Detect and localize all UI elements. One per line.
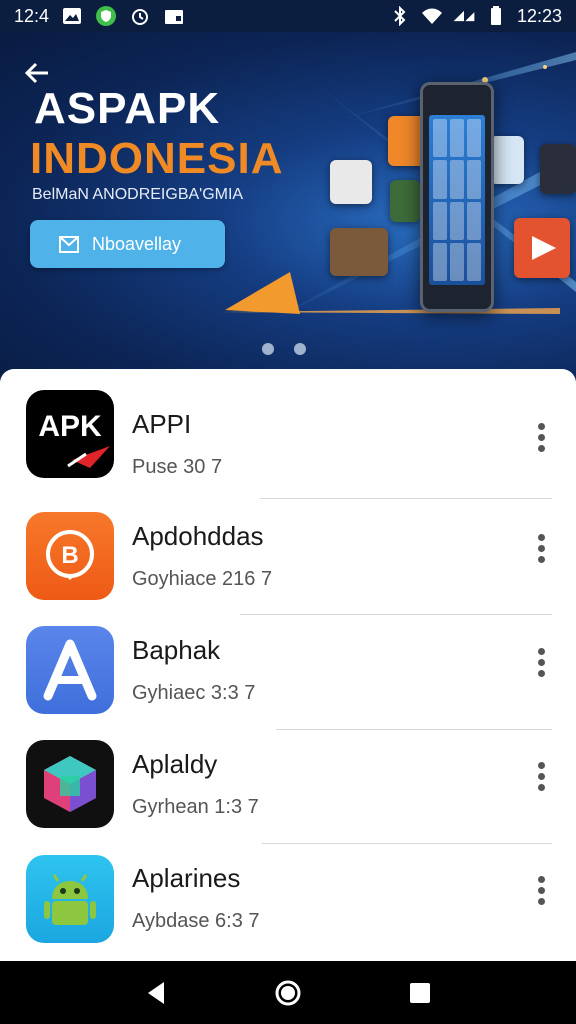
play-tile-art	[514, 218, 570, 278]
list-item[interactable]: APK APPI Puse 30 7	[0, 377, 576, 491]
hero-title: ASPAPK	[34, 84, 221, 133]
list-item[interactable]: B Apdohddas Goyhiace 216 7	[0, 499, 576, 613]
apk-icon: APK	[26, 390, 114, 478]
app-tile-art	[330, 160, 372, 204]
app-tile-art	[330, 228, 388, 276]
screen: 12:4 12:23 ASPAPK INDONESIA BelMaN ANODR…	[0, 0, 576, 1024]
shield-icon	[95, 5, 117, 27]
app-list: APK APPI Puse 30 7 B Apdohddas Goyhiace …	[0, 369, 576, 961]
svg-text:B: B	[61, 542, 78, 569]
hero-cta-label: Nboavellay	[92, 233, 182, 254]
hero-title-accent: INDONESIA	[30, 134, 284, 183]
app-meta: Aybdase 6:3 7	[132, 910, 260, 932]
pager-dot[interactable]	[294, 343, 306, 355]
nav-recents-button[interactable]	[400, 973, 440, 1013]
battery-icon	[485, 5, 507, 27]
app-name: Apdohddas	[132, 521, 264, 551]
nav-home-button[interactable]	[268, 973, 308, 1013]
app-name: Aplaldy	[132, 749, 218, 779]
app-meta: Goyhiace 216 7	[132, 568, 273, 590]
app-name: Baphak	[132, 635, 221, 665]
alarm-icon	[129, 5, 151, 27]
status-time-left: 12:4	[14, 5, 50, 26]
signal-icon	[453, 5, 475, 27]
carousel-pager[interactable]	[262, 343, 306, 355]
list-item[interactable]: Aplaldy Gyrhean 1:3 7	[0, 727, 576, 841]
gift-box-icon	[59, 236, 79, 253]
app-name: APPI	[132, 409, 192, 439]
status-bar: 12:4 12:23	[0, 0, 576, 32]
more-options-icon[interactable]	[528, 870, 554, 910]
navigation-bar	[0, 961, 576, 1024]
home-icon	[275, 980, 301, 1005]
hero-subtitle: BelMaN ANODREIGBA'GMIA	[32, 186, 244, 203]
recents-icon	[410, 982, 430, 1003]
more-options-icon[interactable]	[528, 417, 554, 457]
phone-illustration	[420, 82, 494, 312]
status-time-right: 12:23	[516, 5, 562, 26]
hero-cta-button[interactable]: Nboavellay	[30, 220, 225, 268]
more-options-icon[interactable]	[528, 642, 554, 682]
pager-dot[interactable]	[262, 343, 274, 355]
app-tile-art	[490, 136, 524, 184]
more-options-icon[interactable]	[528, 528, 554, 568]
back-icon	[148, 981, 164, 1004]
arrow-left-icon	[24, 62, 48, 84]
list-item[interactable]: Aplarines Aybdase 6:3 7	[0, 841, 576, 955]
more-options-icon[interactable]	[528, 756, 554, 796]
hero-banner[interactable]: ASPAPK INDONESIA BelMaN ANODREIGBA'GMIA …	[0, 32, 576, 377]
store-icon	[163, 5, 185, 27]
nav-back-button[interactable]	[136, 973, 176, 1013]
wifi-icon	[421, 5, 443, 27]
list-item[interactable]: Baphak Gyhiaec 3:3 7	[0, 613, 576, 727]
b-badge-icon: B	[26, 512, 114, 600]
cube-icon	[26, 740, 114, 828]
app-tile-art	[540, 144, 576, 194]
image-icon	[61, 5, 83, 27]
android-icon	[26, 855, 114, 943]
svg-text:APK: APK	[38, 410, 102, 443]
app-tile-art	[390, 180, 420, 222]
app-meta: Gyrhean 1:3 7	[132, 796, 259, 818]
app-meta: Gyhiaec 3:3 7	[132, 682, 256, 704]
a-letter-icon	[26, 626, 114, 714]
app-meta: Puse 30 7	[132, 456, 223, 478]
bluetooth-icon	[389, 5, 411, 27]
app-name: Aplarines	[132, 863, 241, 893]
